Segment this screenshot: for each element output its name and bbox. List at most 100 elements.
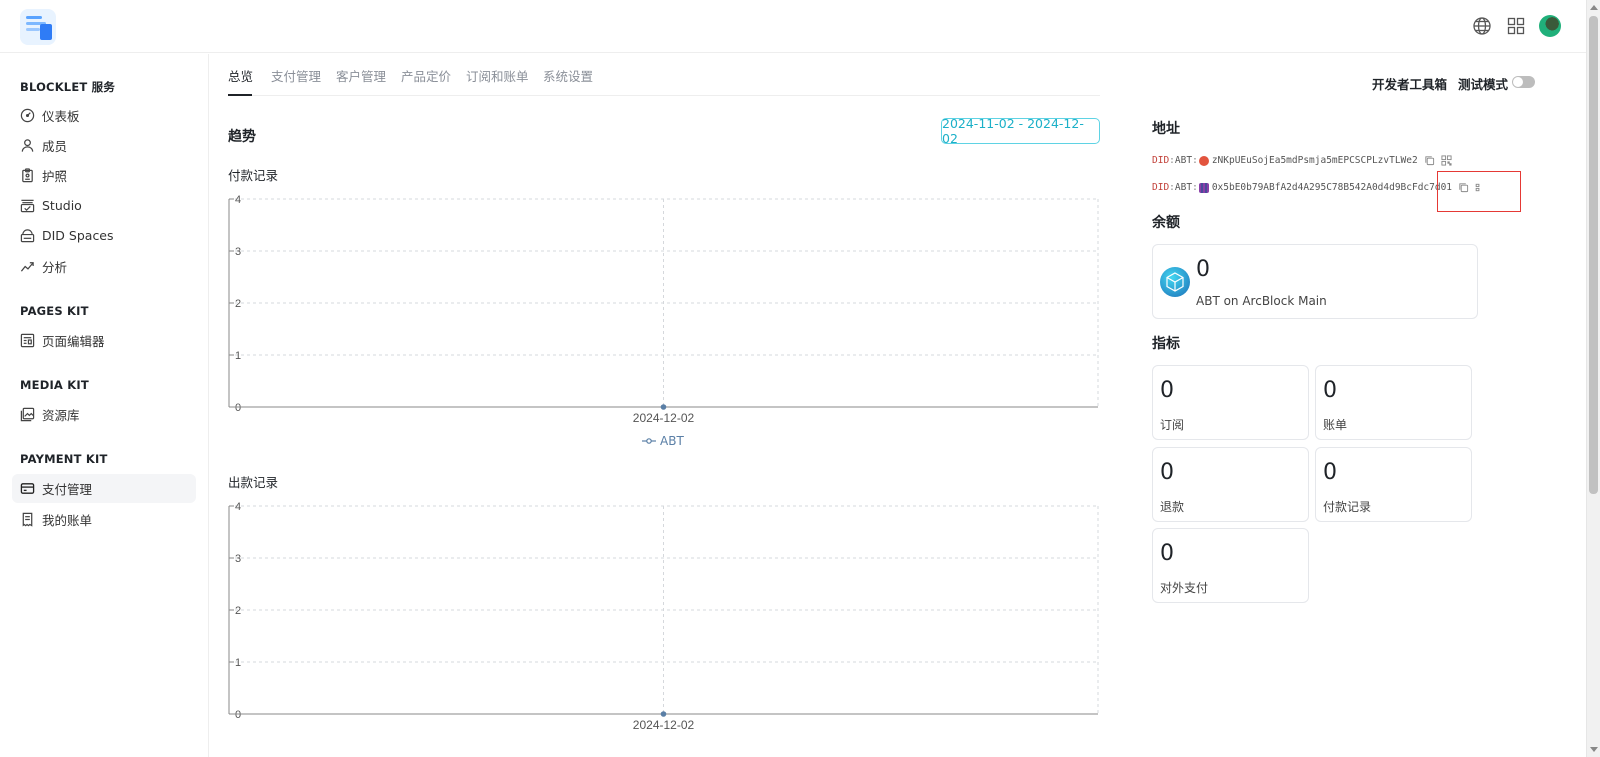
payment-card-icon [20, 483, 35, 494]
y-tick-label: 0 [235, 402, 241, 414]
did-chain: ABT [1174, 182, 1193, 193]
sidebar-item-analytics[interactable]: 分析 [12, 252, 196, 281]
metric-card-subscriptions[interactable]: 0 订阅 [1152, 365, 1309, 440]
y-tick-label: 3 [235, 246, 241, 258]
sidebar-item-media-library[interactable]: 资源库 [12, 400, 196, 429]
sidebar: BLOCKLET 服务 仪表板 成员 护照 Studio DID Spaces … [0, 54, 209, 757]
sidebar-item-did-spaces[interactable]: DID Spaces [12, 221, 196, 250]
eth-address-row: DID: ABT: 0x5bE0b79ABfA2d4A295C78B542A0d4… [1152, 182, 1481, 193]
sidebar-item-label: 资源库 [42, 408, 80, 423]
y-tick-label: 3 [235, 553, 241, 565]
metric-card-refunds[interactable]: 0 退款 [1152, 447, 1309, 522]
app-logo[interactable] [20, 9, 56, 45]
did-avatar [1198, 182, 1209, 193]
sidebar-item-studio[interactable]: Studio [12, 191, 196, 220]
tab-subscriptions[interactable]: 订阅和账单 [466, 66, 529, 85]
legend-line-icon [642, 438, 656, 444]
invoice-icon [22, 512, 33, 527]
copy-icon[interactable] [1424, 155, 1435, 166]
payouts-chart: 0 1 2 3 4 2024-12-02 [228, 501, 1099, 732]
media-library-icon [20, 407, 35, 422]
dev-tools-link[interactable]: 开发者工具箱 [1372, 74, 1447, 93]
y-tick-label: 1 [235, 350, 241, 362]
sidebar-section-payment-kit: PAYMENT KIT [20, 452, 108, 466]
metric-label: 订阅 [1160, 418, 1185, 432]
y-tick-label: 2 [235, 298, 241, 310]
scrollbar-thumb[interactable] [1589, 16, 1598, 494]
sidebar-item-label: 护照 [42, 169, 68, 184]
dashboard-icon [20, 108, 35, 123]
tab-indicator [228, 94, 252, 96]
metric-value: 0 [1160, 541, 1174, 566]
passport-icon [22, 168, 33, 183]
date-range-picker[interactable]: 2024-11-02 - 2024-12-02 [941, 116, 1100, 146]
apps-grid-icon[interactable] [1504, 14, 1528, 38]
sidebar-item-label: Studio [42, 198, 82, 213]
metric-label: 付款记录 [1323, 500, 1372, 514]
scroll-up-arrow[interactable] [1590, 5, 1598, 10]
page-editor-icon [20, 333, 35, 348]
abt-coin-icon [1160, 267, 1190, 297]
trend-title: 趋势 [228, 129, 256, 145]
address-title: 地址 [1152, 121, 1180, 137]
metric-value: 0 [1323, 378, 1337, 403]
sidebar-item-label: 支付管理 [42, 482, 93, 497]
metric-label: 账单 [1323, 418, 1348, 432]
sidebar-item-my-invoices[interactable]: 我的账单 [12, 505, 196, 534]
metric-card-payouts[interactable]: 0 对外支付 [1152, 528, 1309, 603]
studio-icon [20, 199, 35, 213]
page-scrollbar[interactable] [1586, 0, 1600, 757]
top-bar [0, 0, 1586, 53]
sidebar-item-passport[interactable]: 护照 [12, 161, 196, 190]
did-prefix: DID [1152, 182, 1170, 193]
data-point [660, 404, 667, 410]
sidebar-item-payment-management[interactable]: 支付管理 [12, 474, 196, 503]
metric-card-invoices[interactable]: 0 账单 [1315, 365, 1472, 440]
sidebar-item-label: 成员 [42, 139, 68, 154]
tab-overview[interactable]: 总览 [228, 66, 253, 85]
user-icon [21, 139, 34, 152]
payments-chart: 0 1 2 3 4 2024-12-02 [228, 194, 1099, 425]
top-actions [1470, 14, 1562, 38]
balance-value: 0 [1196, 257, 1210, 282]
avatar [1539, 15, 1561, 37]
data-point [660, 711, 667, 717]
did-avatar [1198, 155, 1209, 166]
chart-legend[interactable]: ABT [642, 434, 684, 448]
tab-settings[interactable]: 系统设置 [543, 66, 593, 85]
sidebar-item-label: 分析 [42, 260, 68, 275]
balance-title: 余额 [1152, 215, 1180, 231]
tab-payments[interactable]: 支付管理 [271, 66, 321, 85]
metric-value: 0 [1160, 460, 1174, 485]
y-tick-label: 4 [235, 194, 241, 206]
scroll-down-arrow[interactable] [1590, 747, 1598, 752]
y-tick-label: 0 [235, 709, 241, 721]
highlight-box [1437, 171, 1521, 212]
sidebar-item-label: 仪表板 [42, 109, 80, 124]
analytics-icon [20, 262, 34, 272]
qr-code-icon[interactable] [1441, 155, 1452, 166]
sidebar-item-dashboard[interactable]: 仪表板 [12, 101, 196, 130]
globe-icon[interactable] [1470, 14, 1494, 38]
y-tick-label: 2 [235, 605, 241, 617]
metric-label: 退款 [1160, 500, 1185, 514]
did-prefix: DID [1152, 155, 1170, 166]
tab-pricing[interactable]: 产品定价 [401, 66, 451, 85]
x-tick-label: 2024-12-02 [633, 411, 695, 425]
did-spaces-icon [20, 229, 35, 243]
tab-customers[interactable]: 客户管理 [336, 66, 386, 85]
metric-label: 对外支付 [1160, 581, 1209, 595]
sidebar-section-media-kit: MEDIA KIT [20, 378, 89, 392]
did-address-row: DID: ABT: zNKpUEuSojEa5mdPsmja5mEPCSCPLzv… [1152, 155, 1452, 166]
y-tick-label: 4 [235, 501, 241, 513]
test-mode-toggle[interactable] [1512, 76, 1535, 88]
did-address[interactable]: zNKpUEuSojEa5mdPsmja5mEPCSCPLzvTLWe2 [1212, 155, 1418, 166]
metric-value: 0 [1323, 460, 1337, 485]
sidebar-item-label: 我的账单 [42, 513, 93, 528]
chart-title-payouts: 出款记录 [228, 475, 279, 490]
sidebar-item-page-editor[interactable]: 页面编辑器 [12, 326, 196, 355]
eth-address[interactable]: 0x5bE0b79ABfA2d4A295C78B542A0d4d9BcFdc7d… [1212, 182, 1452, 193]
user-avatar[interactable] [1538, 14, 1562, 38]
sidebar-item-members[interactable]: 成员 [12, 131, 196, 160]
metric-card-payments[interactable]: 0 付款记录 [1315, 447, 1472, 522]
